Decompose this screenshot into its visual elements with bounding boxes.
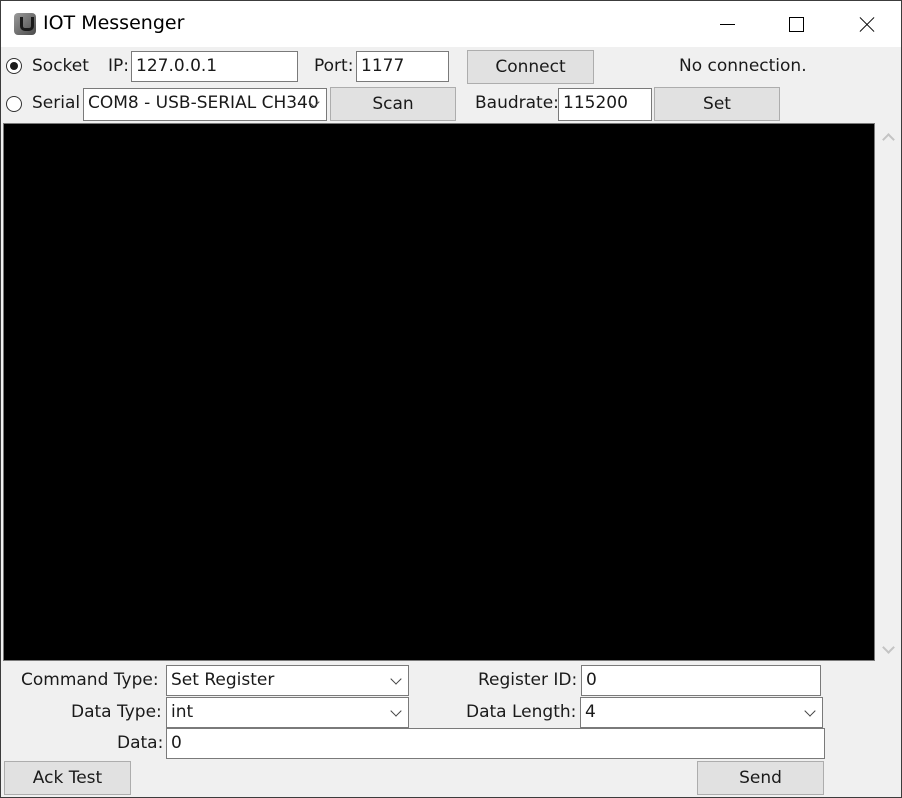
data-type-label: Data Type: — [71, 702, 162, 722]
command-type-label: Command Type: — [21, 670, 159, 690]
ack-test-button[interactable]: Ack Test — [4, 761, 131, 795]
data-length-label: Data Length: — [466, 702, 577, 722]
send-button[interactable]: Send — [697, 761, 824, 795]
data-input[interactable]: 0 — [166, 728, 825, 759]
register-id-label: Register ID: — [478, 670, 578, 690]
baudrate-input[interactable]: 115200 — [558, 88, 652, 121]
app-logo-icon — [14, 13, 36, 35]
chevron-down-icon — [390, 705, 402, 717]
connect-button[interactable]: Connect — [467, 50, 594, 84]
serial-label: Serial — [32, 93, 81, 113]
title-bar: IOT Messenger — [1, 1, 901, 47]
data-label: Data: — [117, 733, 164, 753]
close-button[interactable] — [831, 1, 899, 47]
connection-status: No connection. — [679, 56, 807, 76]
scroll-down-icon[interactable] — [882, 641, 895, 654]
app-window: IOT Messenger Socket IP: 127.0.0.1 Port:… — [0, 0, 902, 798]
socket-label: Socket — [32, 56, 89, 76]
port-label: Port: — [314, 56, 354, 76]
command-type-value: Set Register — [171, 670, 275, 690]
maximize-button[interactable] — [762, 1, 830, 47]
ip-input[interactable]: 127.0.0.1 — [131, 51, 298, 82]
data-length-select[interactable]: 4 — [580, 697, 823, 728]
chevron-down-icon — [390, 673, 402, 685]
com-port-select[interactable]: COM8 - USB-SERIAL CH340 — [83, 88, 327, 121]
port-input[interactable]: 1177 — [356, 51, 449, 82]
ip-label: IP: — [108, 56, 129, 76]
console-output[interactable] — [3, 123, 875, 661]
command-type-select[interactable]: Set Register — [166, 665, 409, 696]
data-length-value: 4 — [585, 702, 596, 722]
console-scrollbar[interactable] — [877, 123, 899, 661]
window-title: IOT Messenger — [43, 12, 185, 34]
com-port-value: COM8 - USB-SERIAL CH340 — [88, 93, 319, 113]
scan-button[interactable]: Scan — [330, 87, 456, 121]
socket-radio[interactable] — [6, 58, 22, 74]
scroll-up-icon[interactable] — [882, 133, 895, 146]
serial-radio[interactable] — [6, 96, 22, 112]
data-type-select[interactable]: int — [166, 697, 409, 728]
register-id-input[interactable]: 0 — [581, 665, 821, 696]
data-type-value: int — [171, 702, 194, 722]
chevron-down-icon — [804, 705, 816, 717]
baudrate-label: Baudrate: — [475, 93, 559, 113]
set-baudrate-button[interactable]: Set — [654, 87, 780, 121]
minimize-button[interactable] — [693, 1, 761, 47]
